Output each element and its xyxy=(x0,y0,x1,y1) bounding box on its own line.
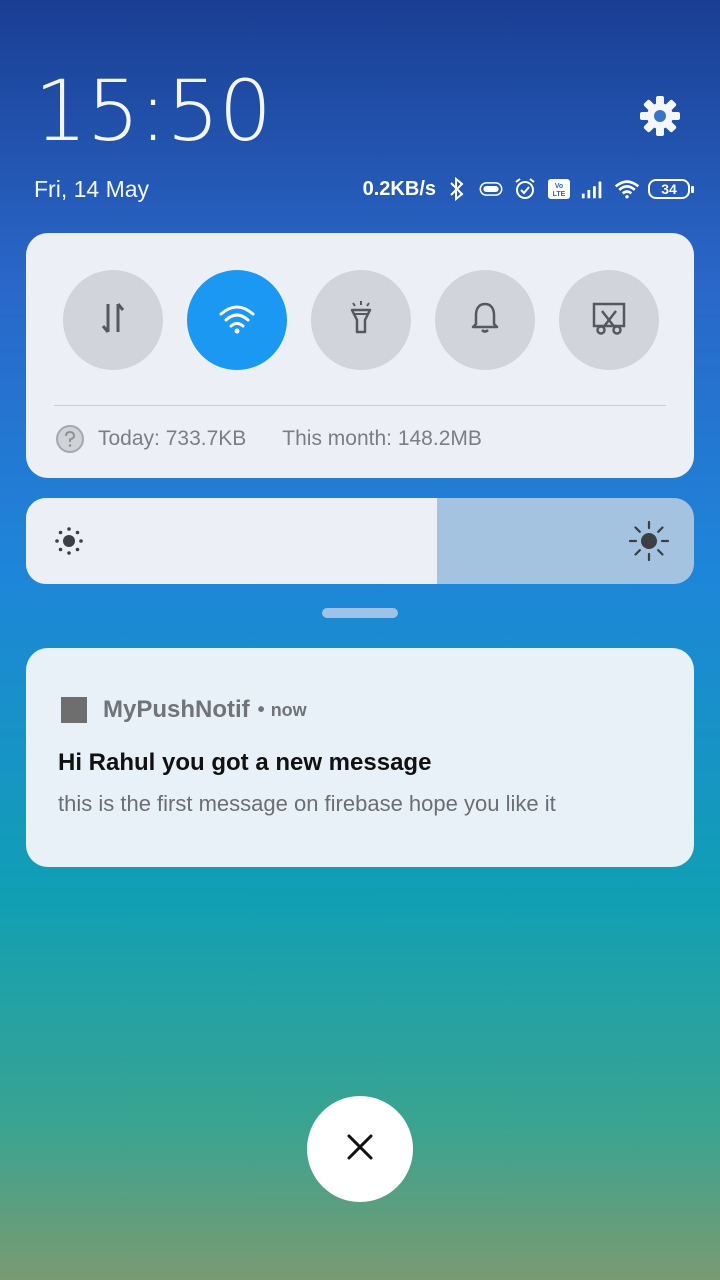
quick-settings-toggles xyxy=(63,270,659,370)
usage-month: This month: 148.2MB xyxy=(282,427,482,450)
quick-settings-panel: Today: 733.7KB This month: 148.2MB xyxy=(26,233,694,478)
status-bar: 0.2KB/s Vo LTE 34 xyxy=(362,174,694,204)
bluetooth-icon xyxy=(444,176,470,202)
flashlight-toggle[interactable] xyxy=(311,270,411,370)
app-icon xyxy=(61,697,87,723)
notification-time: now xyxy=(270,699,307,720)
notification-header: MyPushNotif • now xyxy=(61,696,307,724)
separator-dot: • xyxy=(257,698,265,721)
help-icon xyxy=(56,425,84,453)
network-speed: 0.2KB/s xyxy=(362,177,436,200)
screenshot-toggle[interactable] xyxy=(559,270,659,370)
brightness-low-icon xyxy=(54,526,84,556)
notification-title: Hi Rahul you got a new message xyxy=(58,749,432,776)
battery-level: 34 xyxy=(661,181,677,197)
gear-icon[interactable] xyxy=(638,94,682,138)
data-usage[interactable]: Today: 733.7KB This month: 148.2MB xyxy=(56,425,482,453)
svg-text:Vo: Vo xyxy=(555,183,563,190)
battery-icon: 34 xyxy=(648,179,694,199)
notification-card[interactable]: MyPushNotif • now Hi Rahul you got a new… xyxy=(26,648,694,867)
brightness-slider[interactable] xyxy=(26,498,694,584)
date-label: Fri, 14 May xyxy=(34,176,150,202)
clear-all-button[interactable] xyxy=(307,1096,413,1202)
close-icon xyxy=(345,1132,375,1167)
volte-icon: Vo LTE xyxy=(546,176,572,202)
wifi-status-icon xyxy=(614,176,640,202)
sound-toggle[interactable] xyxy=(435,270,535,370)
bell-icon xyxy=(465,298,505,343)
vibrate-icon xyxy=(478,176,504,202)
notification-body: this is the first message on firebase ho… xyxy=(58,791,556,816)
wifi-toggle[interactable] xyxy=(187,270,287,370)
flashlight-icon xyxy=(341,298,381,343)
svg-text:LTE: LTE xyxy=(553,191,566,198)
signal-icon xyxy=(580,176,606,202)
alarm-icon xyxy=(512,176,538,202)
scissors-icon xyxy=(589,298,629,343)
brightness-high-icon xyxy=(628,520,670,562)
brightness-fill xyxy=(26,498,437,584)
drag-handle[interactable] xyxy=(322,608,398,618)
mobile-data-toggle[interactable] xyxy=(63,270,163,370)
usage-today: Today: 733.7KB xyxy=(98,427,247,450)
clock-time: 15:50 xyxy=(34,62,272,160)
wifi-icon xyxy=(217,300,257,341)
quick-settings-divider xyxy=(54,405,666,406)
app-name: MyPushNotif xyxy=(103,696,250,723)
data-transfer-icon xyxy=(93,298,133,343)
